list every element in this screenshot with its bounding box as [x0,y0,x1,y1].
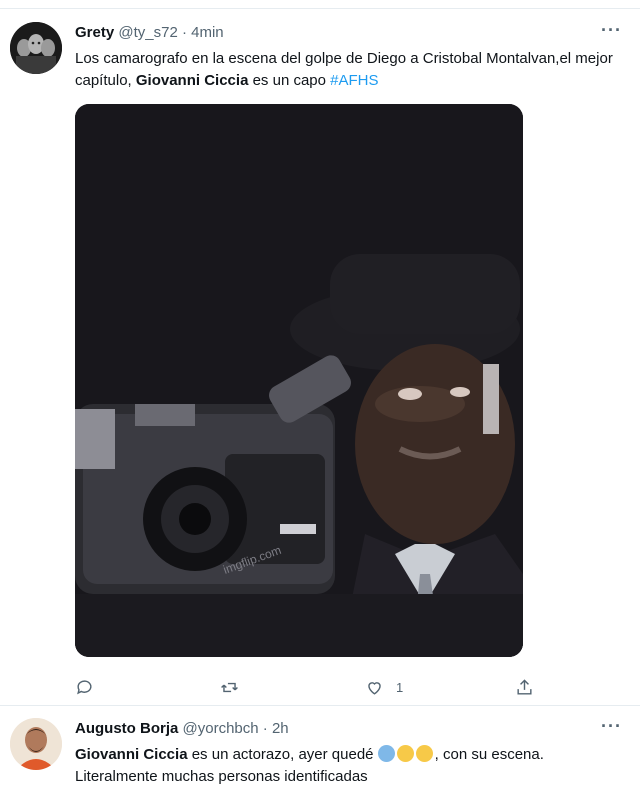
tweet-text: Los camarografo en la escena del golpe d… [75,48,630,92]
tweet-header: Grety @ty_s72 · 4min [75,24,224,41]
avatar[interactable] [10,718,62,770]
share-icon [517,678,532,695]
relieved-face-emoji [415,745,433,762]
author-handle[interactable]: @ty_s72 [118,24,177,41]
more-options-button[interactable]: ··· [601,20,622,41]
reply-icon [77,679,92,694]
like-count: 1 [396,679,404,695]
avatar[interactable] [10,22,62,74]
mention-bold: Giovanni Ciccia [75,746,188,763]
heart-icon [368,681,381,695]
tweet[interactable]: Augusto Borja @yorchbch · 2h ··· Giovann… [0,706,640,802]
avatar-image [10,22,62,74]
author-name[interactable]: Grety [75,24,114,41]
separator: · [262,720,268,737]
separator: · [181,24,187,41]
reply-button[interactable] [75,675,94,699]
more-options-button[interactable]: ··· [601,716,622,737]
video-thumbnail-image: imgflip.com [75,104,523,657]
tweet-media[interactable]: imgflip.com [75,104,523,657]
author-handle[interactable]: @yorchbch [183,720,259,737]
timestamp[interactable]: 4min [191,24,224,41]
tweet-text: Giovanni Ciccia es un actorazo, ayer que… [75,744,630,788]
tweet-header: Augusto Borja @yorchbch · 2h [75,720,289,737]
tweet-text-part: es un actorazo, ayer quedé [187,746,378,763]
author-name[interactable]: Augusto Borja [75,720,178,737]
hushed-face-emoji [396,745,414,762]
avatar-image [10,718,62,770]
tweet-text-part: es un capo [248,72,331,89]
tweet[interactable]: Grety @ty_s72 · 4min ··· Los camarografo… [0,10,640,706]
screaming-face-emoji [377,745,395,762]
mention-bold: Giovanni Ciccia [135,72,249,89]
share-button[interactable] [515,675,534,699]
hashtag-link[interactable]: #AFHS [330,72,378,89]
retweet-icon [221,682,238,692]
retweet-button[interactable] [220,675,239,699]
tweet-actions: 1 [75,675,545,699]
top-divider [0,0,640,9]
timestamp[interactable]: 2h [272,720,289,737]
like-button[interactable]: 1 [365,675,403,699]
